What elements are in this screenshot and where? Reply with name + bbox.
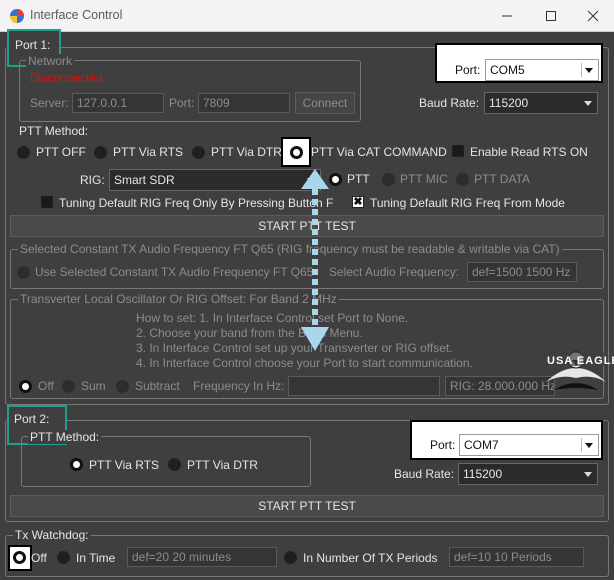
server-input[interactable]: 127.0.0.1 — [72, 93, 164, 113]
audio-frequency-input[interactable]: def=1500 1500 Hz — [467, 262, 577, 282]
network-label: Network — [26, 54, 75, 68]
port2-baud-value: 115200 — [463, 467, 503, 481]
logo-text: USA EAGLE — [547, 355, 614, 367]
port2-ptt-method-label: PTT Method: — [28, 430, 102, 444]
watchdog-time-label: In Time — [76, 551, 116, 565]
port2-label: Port 2: — [14, 412, 50, 426]
app-icon — [9, 8, 25, 24]
transverter-off-radio[interactable] — [19, 380, 32, 393]
ptt-cat-radio[interactable] — [290, 146, 303, 159]
window-title: Interface Control — [30, 8, 123, 22]
ptt-cat-label: PTT Via CAT COMMAND — [311, 145, 447, 159]
port1-baud-label: Baud Rate: — [419, 96, 480, 110]
select-audio-label: Select Audio Frequency: — [329, 265, 460, 279]
rig-ptt-data-radio[interactable] — [456, 173, 469, 186]
port1-label: Port 1: — [15, 38, 51, 52]
close-button[interactable] — [572, 0, 614, 32]
rig-ptt-mic-label: PTT MIC — [400, 172, 448, 186]
usa-eagle-logo: USA EAGLE — [542, 338, 614, 408]
port2-rts-label: PTT Via RTS — [89, 458, 160, 472]
watchdog-label: Tx Watchdog: — [13, 528, 91, 542]
ptt-rts-label: PTT Via RTS — [113, 145, 184, 159]
ptt-method-label: PTT Method: — [19, 124, 89, 138]
port2-start-ptt-button[interactable]: START PTT TEST — [10, 495, 604, 517]
const-tx-label: Selected Constant TX Audio Frequency FT … — [18, 242, 562, 256]
port2-port-label: Port: — [430, 438, 456, 452]
rig-ptt-label: PTT — [347, 172, 370, 186]
enable-rts-label: Enable Read RTS ON — [470, 145, 588, 159]
port2-dtr-radio[interactable] — [168, 458, 181, 471]
frequency-hz-input[interactable] — [288, 376, 440, 396]
use-const-tx-label: Use Selected Constant TX Audio Frequency… — [35, 265, 314, 279]
ptt-off-label: PTT OFF — [36, 145, 86, 159]
port1-port-value: COM5 — [490, 63, 525, 77]
tune-mode-label: Tuning Default RIG Freq From Mode — [370, 196, 565, 210]
ptt-dtr-radio[interactable] — [192, 146, 205, 159]
watchdog-off-radio[interactable] — [13, 551, 26, 564]
port2-port-value: COM7 — [464, 438, 499, 452]
transverter-sum-radio[interactable] — [62, 380, 75, 393]
port2-rts-radio[interactable] — [70, 458, 83, 471]
ptt-rts-radio[interactable] — [94, 146, 107, 159]
connection-status: Disconnected — [30, 71, 103, 85]
rig-ptt-data-label: PTT DATA — [474, 172, 531, 186]
server-port-input[interactable]: 7809 — [198, 93, 290, 113]
minimize-button[interactable] — [486, 0, 528, 32]
ptt-off-radio[interactable] — [17, 146, 30, 159]
watchdog-time-radio[interactable] — [57, 551, 70, 564]
maximize-button[interactable] — [530, 0, 572, 32]
port2-dtr-label: PTT Via DTR — [187, 458, 258, 472]
chevron-down-icon — [584, 472, 592, 477]
watchdog-periods-label: In Number Of TX Periods — [303, 551, 438, 565]
server-port-label: Port: — [169, 96, 195, 110]
port2-port-select[interactable]: COM7 — [459, 434, 599, 456]
port1-port-select[interactable]: COM5 — [485, 59, 599, 81]
watchdog-periods-input[interactable]: def=10 10 Periods — [449, 547, 584, 567]
double-arrow-overlay — [301, 169, 329, 351]
server-label: Server: — [30, 96, 69, 110]
transverter-subtract-radio[interactable] — [116, 380, 129, 393]
chevron-down-icon — [585, 68, 593, 73]
transverter-label: Transverter Local Oscillator Or RIG Offs… — [18, 292, 339, 306]
watchdog-off-label: Off — [31, 551, 47, 565]
rig-select[interactable]: Smart SDR — [109, 169, 321, 191]
port1-baud-value: 115200 — [489, 96, 529, 110]
watchdog-periods-radio[interactable] — [284, 551, 297, 564]
port2-baud-label: Baud Rate: — [394, 467, 455, 481]
use-const-tx-radio[interactable] — [17, 266, 30, 279]
enable-rts-checkbox[interactable] — [452, 145, 464, 157]
chevron-down-icon — [584, 101, 592, 106]
tune-mode-checkbox[interactable]: ✖ — [352, 196, 364, 208]
ptt-dtr-label: PTT Via DTR — [211, 145, 282, 159]
port1-baud-select[interactable]: 115200 — [484, 92, 598, 114]
tune-band-label: Tuning Default RIG Freq Only By Pressing… — [59, 196, 334, 210]
rig-label: RIG: — [80, 173, 105, 187]
transverter-off-label: Off — [38, 379, 54, 393]
instruction-4: 4. In Interface Control choose your Port… — [136, 356, 473, 370]
chevron-down-icon — [585, 443, 593, 448]
tune-band-checkbox[interactable] — [41, 196, 53, 208]
watchdog-time-input[interactable]: def=20 20 minutes — [127, 547, 277, 567]
rig-ptt-mic-radio[interactable] — [382, 173, 395, 186]
port2-baud-select[interactable]: 115200 — [458, 463, 598, 485]
transverter-subtract-label: Subtract — [135, 379, 180, 393]
instruction-1: How to set: 1. In Interface Control set … — [136, 311, 409, 325]
rig-frequency-display: RIG: 28.000.000 Hz — [445, 376, 555, 396]
title-bar: Interface Control — [0, 0, 614, 32]
rig-value: Smart SDR — [114, 173, 175, 187]
transverter-sum-label: Sum — [81, 379, 106, 393]
port1-port-label: Port: — [455, 63, 481, 77]
connect-button[interactable]: Connect — [295, 92, 355, 114]
frequency-hz-label: Frequency In Hz: — [193, 379, 285, 393]
